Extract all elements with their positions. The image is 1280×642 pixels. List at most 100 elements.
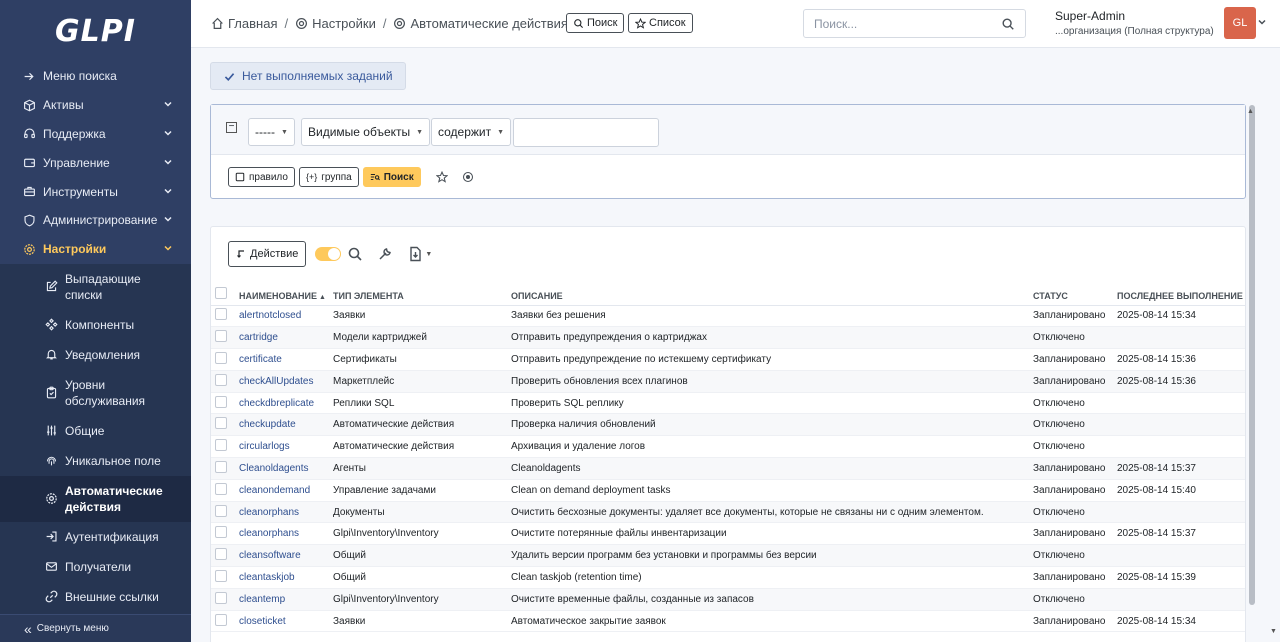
table-row: cleantaskjob Общий Clean taskjob (retentio… [211, 566, 1245, 589]
submenu-item-7[interactable]: Аутентификация [0, 522, 191, 552]
row-checkbox[interactable] [215, 569, 227, 582]
display-toggle[interactable] [315, 247, 342, 261]
row-checkbox[interactable] [215, 482, 227, 495]
chevron-down-icon[interactable] [1257, 17, 1267, 27]
column-itemtype-header[interactable]: ТИП ЭЛЕМЕНТА [333, 280, 511, 306]
global-search-input[interactable]: Поиск... [803, 9, 1026, 38]
row-status: Отключено [1033, 392, 1117, 415]
row-checkbox[interactable] [215, 591, 227, 604]
submenu-item-5[interactable]: Уникальное поле [0, 446, 191, 476]
row-name-link[interactable]: checkAllUpdates [239, 370, 333, 393]
sidebar-item-2[interactable]: Поддержка [0, 120, 191, 149]
row-name-link[interactable]: cleantaskjob [239, 566, 333, 589]
criteria-value-input[interactable] [513, 118, 659, 147]
table-row: closeticket Заявки Автоматическое закрытие… [211, 610, 1245, 633]
table-row: checkdbreplicate Реплики SQL Проверить SQL… [211, 392, 1245, 415]
row-name-link[interactable]: checkdbreplicate [239, 392, 333, 415]
row-name-link[interactable]: certificate [239, 348, 333, 371]
row-status: Запланировано [1033, 457, 1117, 480]
breadcrumb-settings[interactable]: Настройки [295, 16, 376, 31]
column-status-header[interactable]: СТАТУС [1033, 280, 1117, 306]
sidebar-item-label: Поддержка [43, 126, 106, 141]
row-checkbox[interactable] [215, 330, 227, 343]
submenu-item-0[interactable]: Выпадающие списки [0, 264, 191, 310]
row-checkbox[interactable] [215, 373, 227, 386]
search-submit-button[interactable]: Поиск [362, 167, 421, 187]
row-status: Отключено [1033, 588, 1117, 611]
itemtype-select[interactable]: Видимые объекты ▼ [301, 118, 431, 146]
glpi-logo[interactable]: GLPI [0, 0, 191, 62]
field-select[interactable]: ----- ▼ [248, 118, 295, 146]
row-status: Отключено [1033, 435, 1117, 459]
header-list-button[interactable]: Список [628, 13, 693, 33]
reset-search-icon[interactable] [459, 168, 477, 186]
column-description-header[interactable]: ОПИСАНИЕ [511, 280, 1033, 306]
scroll-up-arrow-icon[interactable]: ▲ [1247, 108, 1254, 115]
avatar[interactable]: GL [1224, 7, 1256, 39]
collapse-menu-button[interactable]: « Свернуть меню [0, 614, 191, 642]
row-checkbox[interactable] [215, 417, 227, 430]
row-name-link[interactable]: checkupdate [239, 413, 333, 437]
link-icon [44, 590, 58, 604]
select-all-checkbox[interactable] [215, 286, 227, 299]
row-itemtype: Автоматические действия [333, 413, 511, 437]
add-rule-button[interactable]: правило [228, 167, 295, 187]
export-icon[interactable]: ▼ [407, 246, 432, 262]
row-name-link[interactable]: cleansoftware [239, 544, 333, 568]
submenu-item-6[interactable]: Автоматические действия [0, 475, 191, 522]
sidebar-item-0[interactable]: Меню поиска [0, 62, 191, 91]
submenu-item-label: Уведомления [65, 347, 141, 362]
search-icon[interactable] [347, 246, 363, 262]
scroll-down-arrow-icon[interactable]: ▼ [1270, 628, 1277, 635]
collapse-criteria-icon[interactable]: − [226, 122, 237, 133]
no-running-tasks-button[interactable]: Нет выполняемых заданий [210, 62, 406, 90]
sidebar-item-6[interactable]: Настройки [0, 235, 191, 264]
row-lastrun [1117, 326, 1245, 350]
massive-action-button[interactable]: Действие [228, 241, 307, 267]
caret-down-icon: ▼ [425, 250, 433, 258]
header-search-button[interactable]: Поиск [566, 13, 625, 33]
row-name-link[interactable]: alertnotclosed [239, 305, 333, 328]
sidebar-item-5[interactable]: Администрирование [0, 206, 191, 235]
row-name-link[interactable]: cleanorphans [239, 501, 333, 524]
row-checkbox[interactable] [215, 351, 227, 364]
login-icon [44, 530, 58, 544]
row-name-link[interactable]: closeticket [239, 610, 333, 633]
sidebar-item-3[interactable]: Управление [0, 148, 191, 177]
breadcrumb-automatic-actions[interactable]: Автоматические действия [393, 16, 568, 31]
submenu-item-4[interactable]: Общие [0, 416, 191, 446]
submenu-item-8[interactable]: Получатели [0, 552, 191, 582]
row-checkbox[interactable] [215, 526, 227, 539]
sort-asc-icon: ▲ [319, 293, 326, 301]
column-name-header[interactable]: НАИМЕНОВАНИЕ ▲ [239, 280, 333, 306]
add-group-button[interactable]: {+} группа [298, 167, 359, 187]
save-search-star-icon[interactable] [433, 168, 451, 186]
row-checkbox[interactable] [215, 613, 227, 626]
sidebar-item-4[interactable]: Инструменты [0, 177, 191, 206]
row-status: Отключено [1033, 326, 1117, 350]
results-table: НАИМЕНОВАНИЕ ▲ ТИП ЭЛЕМЕНТА ОПИСАНИЕ СТАТ… [211, 280, 1245, 633]
user-info[interactable]: Super-Admin ...организация (Полная струк… [1055, 9, 1214, 37]
breadcrumb-home[interactable]: Главная [211, 16, 277, 31]
submenu-item-2[interactable]: Уведомления [0, 340, 191, 370]
operator-select[interactable]: содержит ▼ [431, 118, 512, 146]
submenu-item-3[interactable]: Уровни обслуживания [0, 370, 191, 416]
row-name-link[interactable]: Cleanoldagents [239, 457, 333, 480]
row-checkbox[interactable] [215, 308, 227, 321]
row-name-link[interactable]: circularlogs [239, 435, 333, 459]
column-lastrun-header[interactable]: ПОСЛЕДНЕЕ ВЫПОЛНЕНИЕ [1117, 280, 1245, 306]
page-scrollbar[interactable] [1249, 105, 1255, 605]
row-checkbox[interactable] [215, 460, 227, 473]
row-name-link[interactable]: cartridge [239, 326, 333, 350]
row-name-link[interactable]: cleanorphans [239, 522, 333, 546]
row-checkbox[interactable] [215, 439, 227, 452]
wrench-icon[interactable] [377, 246, 393, 262]
row-name-link[interactable]: cleanondemand [239, 479, 333, 502]
row-checkbox[interactable] [215, 504, 227, 517]
row-checkbox[interactable] [215, 548, 227, 561]
submenu-item-1[interactable]: Компоненты [0, 310, 191, 340]
sidebar-item-1[interactable]: Активы [0, 91, 191, 120]
row-name-link[interactable]: cleantemp [239, 588, 333, 611]
submenu-item-9[interactable]: Внешние ссылки [0, 582, 191, 612]
row-checkbox[interactable] [215, 395, 227, 408]
